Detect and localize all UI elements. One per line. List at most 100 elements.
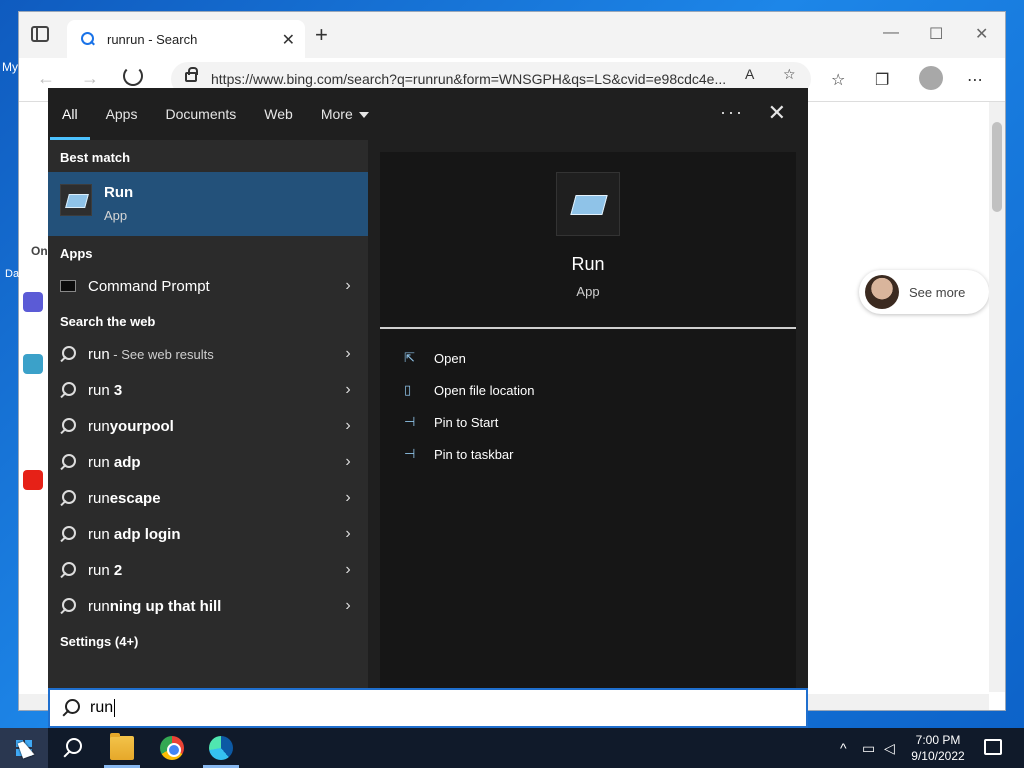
search-icon: [60, 562, 76, 578]
taskbar-search-icon[interactable]: [62, 738, 82, 758]
tab-more[interactable]: More: [321, 106, 369, 122]
text-caret: [114, 699, 116, 717]
tab-all[interactable]: All: [50, 106, 89, 140]
preview-title: Run: [571, 254, 605, 274]
tab-title: runrun - Search: [107, 31, 198, 47]
result-completion: adp: [109, 453, 141, 471]
clock[interactable]: 7:00 PM 9/10/2022: [898, 732, 978, 764]
search-filter-tabs: All Apps Documents Web More ··· ✕: [48, 88, 808, 140]
edge-icon[interactable]: [209, 736, 233, 760]
more-options-icon[interactable]: ···: [720, 102, 744, 123]
chevron-right-icon[interactable]: ›: [328, 525, 368, 543]
tab-documents[interactable]: Documents: [165, 106, 236, 122]
web-result-item[interactable]: run 3 ›: [48, 372, 368, 408]
profile-avatar[interactable]: [919, 66, 943, 90]
tab-actions-icon[interactable]: [31, 26, 49, 42]
close-tab-icon[interactable]: ✕: [282, 30, 295, 50]
chevron-right-icon[interactable]: ›: [328, 561, 368, 579]
page-thumbnail[interactable]: [23, 292, 43, 312]
section-settings[interactable]: Settings (4+): [60, 634, 138, 649]
see-more-button[interactable]: See more: [859, 270, 989, 314]
browser-tab[interactable]: runrun - Search ✕: [67, 20, 305, 58]
search-icon: [60, 526, 76, 542]
close-icon[interactable]: ✕: [768, 100, 786, 126]
pin-icon: ⊣: [404, 446, 416, 461]
action-pin-to-taskbar[interactable]: ⊣ Pin to taskbar: [404, 442, 514, 466]
divider: [380, 327, 796, 329]
chevron-right-icon[interactable]: ›: [328, 381, 368, 399]
search-icon: [60, 454, 76, 470]
search-icon: [60, 598, 76, 614]
show-hidden-icons-chevron[interactable]: ^: [840, 740, 847, 756]
tab-apps[interactable]: Apps: [106, 106, 138, 122]
chevron-right-icon[interactable]: ›: [328, 277, 368, 295]
refresh-icon[interactable]: [123, 66, 143, 86]
volume-icon[interactable]: ◁: [884, 740, 895, 757]
result-completion: escape: [109, 489, 161, 507]
clock-date: 9/10/2022: [911, 749, 965, 763]
result-suffix: - See web results: [109, 346, 214, 362]
best-match-subtitle: App: [104, 208, 128, 223]
chevron-right-icon[interactable]: ›: [328, 345, 368, 363]
section-apps: Apps: [60, 246, 93, 261]
web-result-item[interactable]: runescape ›: [48, 480, 368, 516]
desktop-icon-label[interactable]: My: [2, 60, 18, 74]
web-result-item[interactable]: run adp login ›: [48, 516, 368, 552]
command-prompt-icon: [60, 280, 76, 292]
action-open-file-location[interactable]: ▯ Open file location: [404, 378, 534, 402]
result-prefix: run: [88, 381, 110, 399]
collections-icon[interactable]: ❐: [875, 70, 889, 90]
page-section-label: On: [31, 244, 48, 258]
new-tab-icon[interactable]: +: [315, 22, 328, 48]
network-icon[interactable]: ▭: [862, 740, 875, 757]
page-thumbnail[interactable]: [23, 354, 43, 374]
file-explorer-icon[interactable]: [110, 733, 134, 760]
app-item-label: Command Prompt: [88, 277, 210, 295]
search-icon: [60, 418, 76, 434]
result-prefix: run: [88, 417, 110, 435]
action-pin-to-start[interactable]: ⊣ Pin to Start: [404, 410, 498, 434]
tab-web[interactable]: Web: [264, 106, 293, 122]
forward-icon[interactable]: →: [81, 68, 99, 89]
action-open[interactable]: ⇱ Open: [404, 346, 466, 370]
search-icon: [60, 490, 76, 506]
run-app-icon: [60, 184, 92, 216]
chevron-right-icon[interactable]: ›: [328, 489, 368, 507]
scroll-thumb[interactable]: [992, 122, 1002, 212]
web-result-item[interactable]: run adp ›: [48, 444, 368, 480]
web-result-item[interactable]: run - See web results ›: [48, 336, 368, 372]
favorites-icon[interactable]: ☆: [831, 70, 845, 90]
run-app-icon: [556, 172, 620, 236]
more-options-icon[interactable]: ⋯: [967, 70, 983, 90]
chrome-icon[interactable]: [160, 736, 184, 760]
add-favorite-icon[interactable]: ☆: [783, 66, 796, 83]
read-aloud-icon[interactable]: A: [745, 66, 754, 82]
result-completion: adp login: [109, 525, 181, 543]
notification-icon[interactable]: [984, 739, 1002, 755]
start-search-input[interactable]: run: [48, 688, 808, 728]
result-prefix: run: [88, 345, 110, 363]
pin-icon: ⊣: [404, 414, 416, 429]
web-result-item[interactable]: running up that hill ›: [48, 588, 368, 624]
best-match-run[interactable]: Run App: [48, 172, 368, 236]
chevron-right-icon[interactable]: ›: [328, 597, 368, 615]
result-completion: 3: [109, 381, 123, 399]
chevron-down-icon: [358, 112, 369, 119]
minimize-icon[interactable]: —: [883, 24, 899, 42]
back-icon[interactable]: ←: [37, 68, 55, 89]
web-result-item[interactable]: runyourpool ›: [48, 408, 368, 444]
url-text: https://www.bing.com/search?q=runrun&for…: [211, 71, 727, 87]
web-result-item[interactable]: run 2 ›: [48, 552, 368, 588]
maximize-icon[interactable]: ☐: [929, 24, 943, 44]
section-web: Search the web: [60, 314, 156, 329]
preview-subtitle: App: [576, 284, 600, 299]
result-prefix: run: [88, 597, 110, 615]
chevron-right-icon[interactable]: ›: [328, 453, 368, 471]
close-window-icon[interactable]: ✕: [975, 24, 988, 44]
result-prefix: run: [88, 489, 110, 507]
chevron-right-icon[interactable]: ›: [328, 417, 368, 435]
search-icon: [62, 699, 80, 717]
app-item-command-prompt[interactable]: Command Prompt ›: [48, 268, 368, 304]
vertical-scrollbar[interactable]: [989, 102, 1005, 692]
youtube-icon[interactable]: [23, 470, 43, 490]
